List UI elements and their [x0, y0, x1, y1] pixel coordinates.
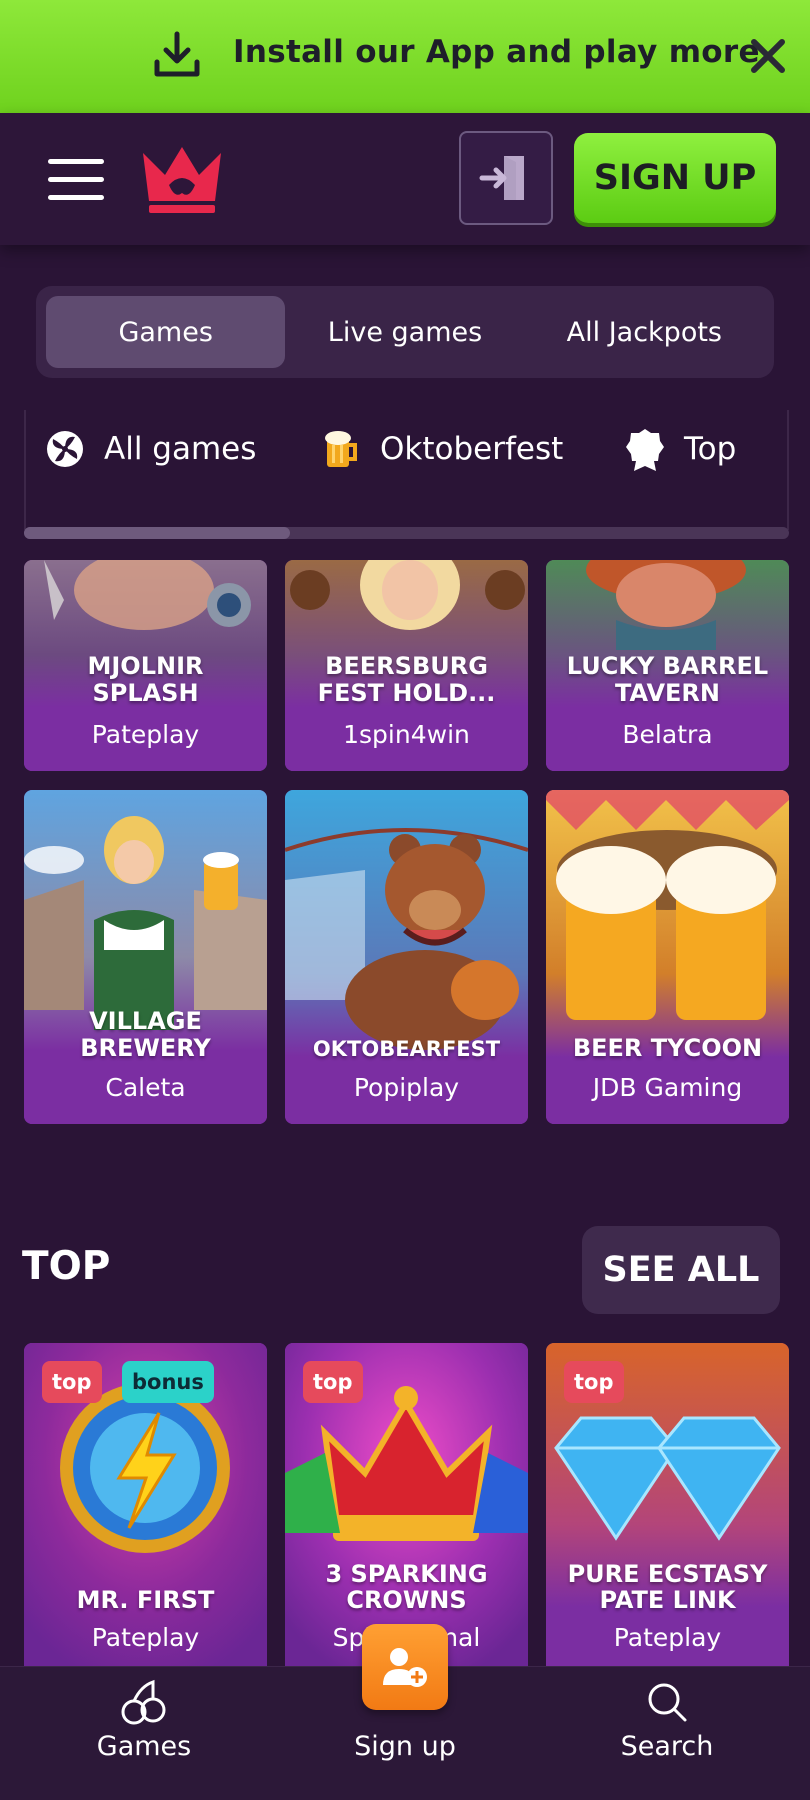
game-title: SPLASH: [92, 679, 199, 707]
award-icon: [624, 428, 666, 471]
signup-button[interactable]: SIGN UP: [574, 133, 776, 223]
category-all-games[interactable]: All games: [44, 428, 256, 470]
game-title: OKTOBEARFEST: [312, 1037, 501, 1061]
game-provider: Belatra: [622, 720, 713, 749]
game-title: MJOLNIR: [87, 652, 204, 680]
game-card[interactable]: BEER TYCOON JDB Gaming: [546, 790, 789, 1124]
install-app-text: Install our App and play more: [233, 34, 760, 70]
game-card[interactable]: BEERSBURG FEST HOLD... 1spin4win: [285, 560, 528, 771]
crown-logo[interactable]: [135, 141, 229, 217]
game-provider: Popiplay: [353, 1073, 460, 1102]
game-provider: Pateplay: [91, 720, 200, 749]
game-card[interactable]: OKTOBEARFEST Popiplay: [285, 790, 528, 1124]
bonus-badge: bonus: [122, 1361, 214, 1403]
category-top[interactable]: Top: [624, 428, 737, 471]
signup-fab[interactable]: [362, 1624, 448, 1710]
category-label: Oktoberfest: [380, 431, 564, 467]
add-user-icon: [383, 1648, 427, 1687]
install-app-banner[interactable]: Install our App and play more: [0, 0, 810, 113]
game-title: BEER TYCOON: [572, 1034, 763, 1062]
nav-label: Games: [96, 1731, 192, 1762]
game-title: FEST HOLD...: [317, 679, 496, 707]
tab-all-jackpots[interactable]: All Jackpots: [525, 296, 764, 368]
game-card[interactable]: LUCKY BARREL TAVERN Belatra: [546, 560, 789, 771]
nav-games[interactable]: Games: [74, 1667, 214, 1800]
game-provider: Pateplay: [613, 1623, 722, 1652]
pinwheel-icon: [44, 428, 86, 470]
game-title: 3 SPARKING: [325, 1560, 488, 1588]
beer-mug-icon: [320, 428, 362, 470]
game-title: TAVERN: [615, 679, 720, 707]
category-label: Top: [684, 431, 737, 467]
top-badge: top: [564, 1361, 624, 1403]
tab-games[interactable]: Games: [46, 296, 286, 368]
login-icon: [479, 156, 524, 200]
game-type-tabs: Games Live games All Jackpots: [36, 286, 774, 378]
game-provider: JDB Gaming: [592, 1073, 743, 1102]
scrollbar-thumb[interactable]: [24, 527, 290, 539]
game-provider: 1spin4win: [343, 720, 470, 749]
game-card[interactable]: VILLAGE BREWERY Caleta: [24, 790, 267, 1124]
category-scrollbar[interactable]: [24, 527, 789, 539]
category-scroller[interactable]: All games Oktoberfest Top: [24, 410, 789, 530]
section-title-top: TOP: [22, 1244, 111, 1289]
game-title: BREWERY: [80, 1034, 211, 1062]
menu-icon[interactable]: [48, 159, 104, 201]
game-title: LUCKY BARREL: [566, 652, 769, 680]
top-badge: top: [303, 1361, 363, 1403]
nav-search[interactable]: Search: [597, 1667, 737, 1800]
game-card[interactable]: top bonus MR. FIRST Pateplay: [24, 1343, 267, 1673]
game-title: BEERSBURG: [325, 652, 488, 680]
game-card[interactable]: MJOLNIR SPLASH Pateplay: [24, 560, 267, 771]
game-provider: Caleta: [105, 1073, 186, 1102]
login-button[interactable]: [459, 131, 553, 225]
category-oktoberfest[interactable]: Oktoberfest: [320, 428, 563, 470]
tab-live-games[interactable]: Live games: [285, 296, 524, 368]
game-title: PATE LINK: [599, 1586, 736, 1614]
game-provider: Pateplay: [91, 1623, 200, 1652]
game-title: CROWNS: [346, 1586, 467, 1614]
top-badge: top: [42, 1361, 102, 1403]
close-icon[interactable]: [748, 36, 788, 76]
search-icon: [641, 1677, 693, 1727]
game-title: MR. FIRST: [76, 1586, 215, 1614]
game-title: PURE ECSTASY: [567, 1560, 768, 1588]
see-all-button[interactable]: SEE ALL: [582, 1226, 780, 1314]
nav-label: Search: [620, 1731, 714, 1762]
game-title: VILLAGE: [89, 1007, 202, 1035]
nav-label: Sign up: [354, 1731, 456, 1762]
header: SIGN UP: [0, 113, 810, 245]
cherries-icon: [118, 1677, 170, 1727]
category-label: All games: [104, 431, 257, 467]
game-card[interactable]: top PURE ECSTASY PATE LINK Pateplay: [546, 1343, 789, 1673]
download-icon: [154, 31, 200, 77]
